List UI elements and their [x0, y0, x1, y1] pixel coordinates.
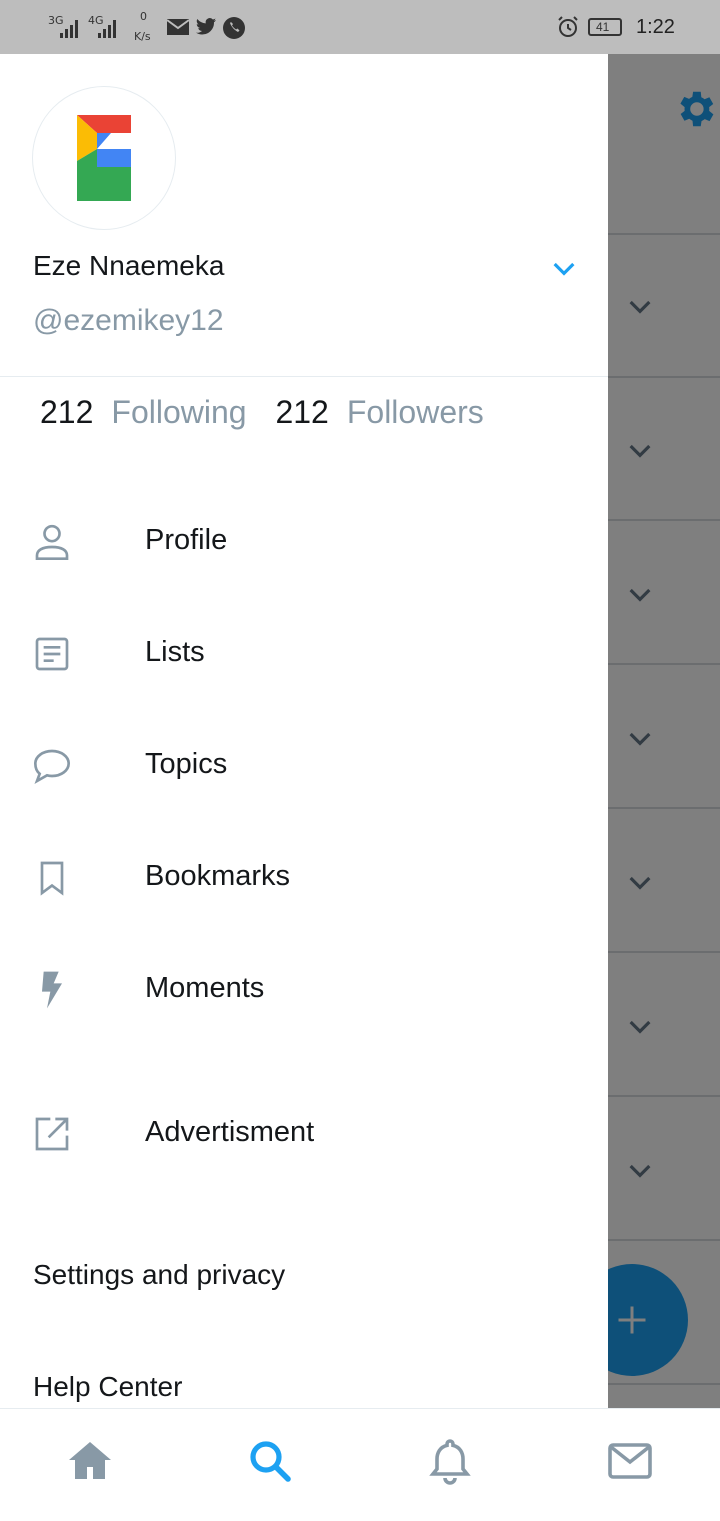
- menu-item-label: Moments: [145, 972, 265, 1004]
- network-speed-unit: K/s: [134, 30, 151, 43]
- network-speed-value: 0: [140, 10, 147, 23]
- follow-stats: 212 Following 212 Followers: [40, 394, 504, 431]
- menu-item-topics[interactable]: Topics: [0, 724, 608, 804]
- followers-link[interactable]: 212 Followers: [275, 394, 503, 430]
- menu-item-label: Topics: [145, 748, 228, 780]
- external-link-icon: [35, 1117, 69, 1151]
- menu-item-lists[interactable]: Lists: [0, 612, 608, 692]
- following-link[interactable]: 212 Following: [40, 394, 275, 430]
- avatar-logo-icon: [77, 115, 131, 201]
- mail-notification-icon: [166, 19, 190, 35]
- menu-item-advertisment[interactable]: Advertisment: [0, 1092, 608, 1172]
- menu-item-label: Advertisment: [145, 1116, 315, 1148]
- battery-icon: 41: [588, 18, 622, 36]
- menu-item-bookmarks[interactable]: Bookmarks: [0, 836, 608, 916]
- bookmark-icon: [40, 861, 64, 896]
- alarm-icon: [558, 16, 578, 37]
- phone-call-icon: [223, 17, 245, 39]
- avatar[interactable]: [32, 86, 176, 230]
- navigation-drawer: Eze Nnaemeka @ezemikey12 212 Following 21…: [0, 54, 608, 1410]
- person-icon: [35, 524, 69, 560]
- twitter-bird-icon: [195, 18, 217, 35]
- home-icon[interactable]: [66, 1437, 114, 1485]
- chevron-down-icon[interactable]: [548, 252, 580, 284]
- divider: [0, 376, 608, 377]
- menu-item-moments[interactable]: Moments: [0, 948, 608, 1028]
- bell-icon[interactable]: [426, 1437, 474, 1485]
- menu-item-label: Bookmarks: [145, 860, 291, 892]
- account-handle: @ezemikey12: [33, 304, 224, 337]
- list-icon: [35, 637, 69, 671]
- mail-icon[interactable]: [606, 1437, 654, 1485]
- menu-item-label: Lists: [145, 636, 205, 668]
- account-name: Eze Nnaemeka: [33, 250, 225, 281]
- speech-bubble-icon: [33, 749, 71, 784]
- signal-icon: [98, 20, 116, 38]
- settings-and-privacy-link[interactable]: Settings and privacy: [33, 1259, 285, 1291]
- battery-level: 41: [596, 20, 610, 34]
- followers-label: Followers: [346, 394, 484, 430]
- status-bar: 3G 4G 0 K/s 41 1:22: [0, 0, 720, 54]
- following-count: 212: [40, 394, 94, 430]
- menu-item-label: Profile: [145, 524, 228, 556]
- followers-count: 212: [275, 394, 329, 430]
- lightning-icon: [42, 971, 62, 1009]
- search-icon[interactable]: [246, 1437, 294, 1485]
- bottom-navigation: [0, 1408, 720, 1521]
- help-center-link[interactable]: Help Center: [33, 1371, 182, 1403]
- menu-item-profile[interactable]: Profile: [0, 500, 608, 580]
- signal-icon: [60, 20, 78, 38]
- clock: 1:22: [636, 16, 675, 38]
- following-label: Following: [111, 394, 247, 430]
